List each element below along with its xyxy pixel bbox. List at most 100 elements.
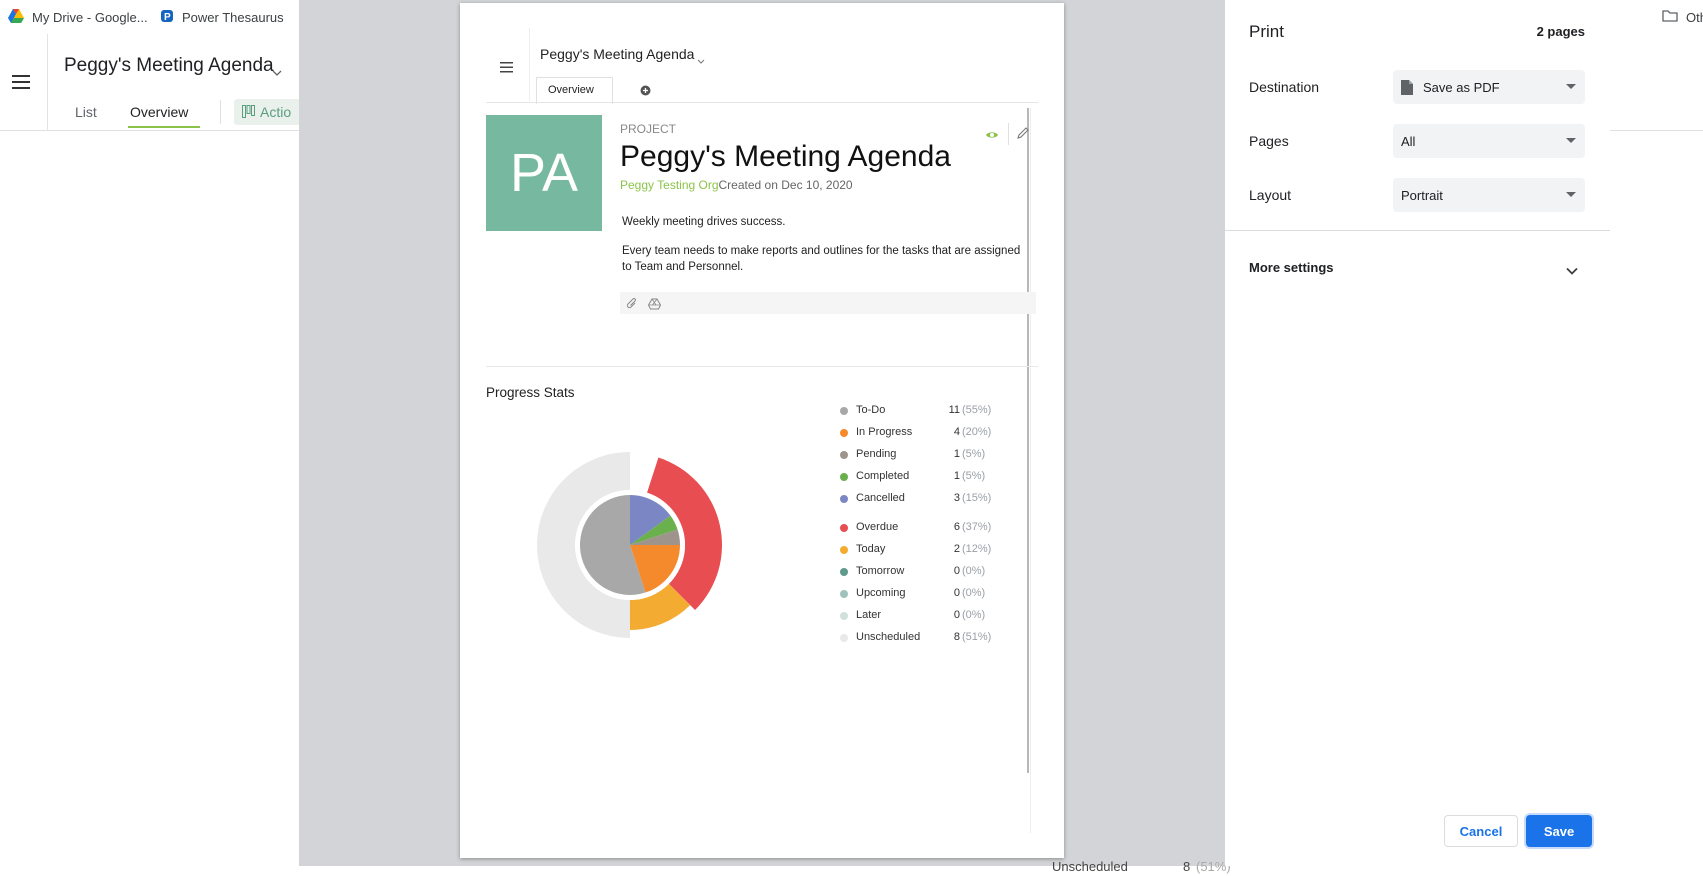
legend-percent: (55%) xyxy=(962,404,992,416)
legend-label: Tomorrow xyxy=(856,565,905,577)
legend-label: Overdue xyxy=(856,521,899,533)
google-drive-icon xyxy=(8,8,24,26)
dropdown-caret-icon xyxy=(1566,138,1576,143)
tab-list[interactable]: List xyxy=(75,104,97,120)
destination-value: Save as PDF xyxy=(1423,79,1500,95)
preview-tab-border xyxy=(486,102,1038,103)
project-avatar: PA xyxy=(486,115,602,231)
add-tab-icon xyxy=(640,83,651,101)
legend-value: 11 xyxy=(948,404,960,416)
legend-swatch xyxy=(840,634,848,642)
layout-value: Portrait xyxy=(1401,187,1443,203)
legend-label: Upcoming xyxy=(856,587,906,599)
bookmark-label: My Drive - Google... xyxy=(32,9,148,25)
legend-swatch xyxy=(840,407,848,415)
legend-value: 0 xyxy=(953,565,960,577)
dropdown-caret-icon xyxy=(1566,84,1576,89)
preview-chevron-icon xyxy=(697,51,705,69)
dropdown-caret-icon xyxy=(1566,192,1576,197)
preview-title: Peggy's Meeting Agenda xyxy=(540,46,695,62)
legend-item: In Progress 4 (20%) xyxy=(840,425,1000,441)
progress-donut-chart xyxy=(537,452,722,638)
description-line-2: Every team needs to make reports and out… xyxy=(622,245,1021,273)
legend-item: Overdue 6 (37%) xyxy=(840,520,1000,536)
project-label: PROJECT xyxy=(620,122,677,136)
tab-overview[interactable]: Overview xyxy=(130,104,188,120)
drive-outline-icon xyxy=(647,297,662,315)
legend-label: Unscheduled xyxy=(856,631,921,643)
destination-label: Destination xyxy=(1249,79,1320,95)
save-button[interactable]: Save xyxy=(1526,815,1592,847)
bookmark-label: Power Thesaurus xyxy=(182,9,284,25)
preview-menu-icon xyxy=(500,60,513,78)
page-count: 2 pages xyxy=(1536,24,1585,39)
bookmark-label: Oth xyxy=(1686,9,1703,25)
legend-swatch xyxy=(840,429,848,437)
bookmark-my-drive[interactable]: My Drive - Google... xyxy=(8,7,148,27)
paperclip-icon xyxy=(626,297,638,315)
legend-label: To-Do xyxy=(856,404,886,416)
legend-swatch xyxy=(840,590,848,598)
legend-label: Cancelled xyxy=(856,492,905,504)
attachment-bar xyxy=(620,292,1036,314)
pages-select[interactable]: All xyxy=(1393,124,1585,158)
legend-swatch xyxy=(840,495,848,503)
stats-title: Progress Stats xyxy=(486,385,575,400)
legend-percent: (5%) xyxy=(962,448,986,460)
legend-value: 3 xyxy=(953,492,960,504)
cancel-button[interactable]: Cancel xyxy=(1444,815,1518,847)
destination-select[interactable]: Save as PDF xyxy=(1393,70,1585,104)
legend-item: Upcoming 0 (0%) xyxy=(840,586,1000,602)
legend-label: Completed xyxy=(856,470,910,482)
legend-percent: (5%) xyxy=(962,470,986,482)
pages-value: All xyxy=(1401,133,1416,149)
org-link: Peggy Testing Org xyxy=(620,178,719,192)
tab-active-underline xyxy=(128,126,200,128)
board-icon xyxy=(242,105,255,123)
legend-swatch xyxy=(840,524,848,532)
legend-value: 8 xyxy=(953,631,960,643)
legend-swatch xyxy=(840,451,848,459)
legend-swatch xyxy=(840,473,848,481)
legend-item: Pending 1 (5%) xyxy=(840,447,1000,463)
panel-divider xyxy=(1225,230,1610,231)
legend-label: In Progress xyxy=(856,426,913,438)
created-date: Created on Dec 10, 2020 xyxy=(718,178,853,192)
bookmark-power-thesaurus[interactable]: P Power Thesaurus xyxy=(160,7,284,27)
layout-select[interactable]: Portrait xyxy=(1393,178,1585,212)
print-title: Print xyxy=(1249,22,1284,41)
bookmark-other[interactable]: Oth xyxy=(1662,7,1703,27)
tab-actions[interactable]: Actio xyxy=(234,99,304,125)
preview-scrollbar xyxy=(1027,108,1029,773)
avatar-initials: PA xyxy=(509,143,579,203)
project-meta: Peggy Testing OrgCreated on Dec 10, 2020 xyxy=(620,178,853,192)
legend-percent: (12%) xyxy=(962,543,992,555)
chevron-down-icon[interactable] xyxy=(272,64,282,82)
eye-icon xyxy=(985,127,999,145)
app-divider xyxy=(47,34,48,130)
pdf-file-icon xyxy=(1401,79,1413,95)
expand-chevron-icon[interactable] xyxy=(1566,262,1578,280)
legend-item: Unscheduled 8 (51%) xyxy=(840,630,1000,646)
legend-value: 6 xyxy=(953,521,960,533)
legend-value: 1 xyxy=(953,448,960,460)
legend-value: 4 xyxy=(953,426,960,438)
menu-icon[interactable] xyxy=(12,75,30,94)
svg-text:P: P xyxy=(164,12,171,23)
legend-value: 2 xyxy=(953,543,960,555)
legend-item: Today 2 (12%) xyxy=(840,542,1000,558)
app-project-title[interactable]: Peggy's Meeting Agenda xyxy=(64,55,274,77)
legend-percent: (0%) xyxy=(962,565,986,577)
legend-value: 0 xyxy=(953,609,960,621)
tab-separator xyxy=(220,100,221,124)
legend-label: Pending xyxy=(856,448,897,460)
legend-item: Later 0 (0%) xyxy=(840,608,1000,624)
action-divider xyxy=(1008,123,1009,145)
legend-item: Completed 1 (5%) xyxy=(840,469,1000,485)
legend-swatch xyxy=(840,546,848,554)
more-settings[interactable]: More settings xyxy=(1249,260,1334,275)
edit-icon xyxy=(1016,126,1029,145)
pages-label: Pages xyxy=(1249,133,1289,149)
legend-label: Later xyxy=(856,609,882,621)
preview-tab-overview: Overview xyxy=(536,77,613,104)
